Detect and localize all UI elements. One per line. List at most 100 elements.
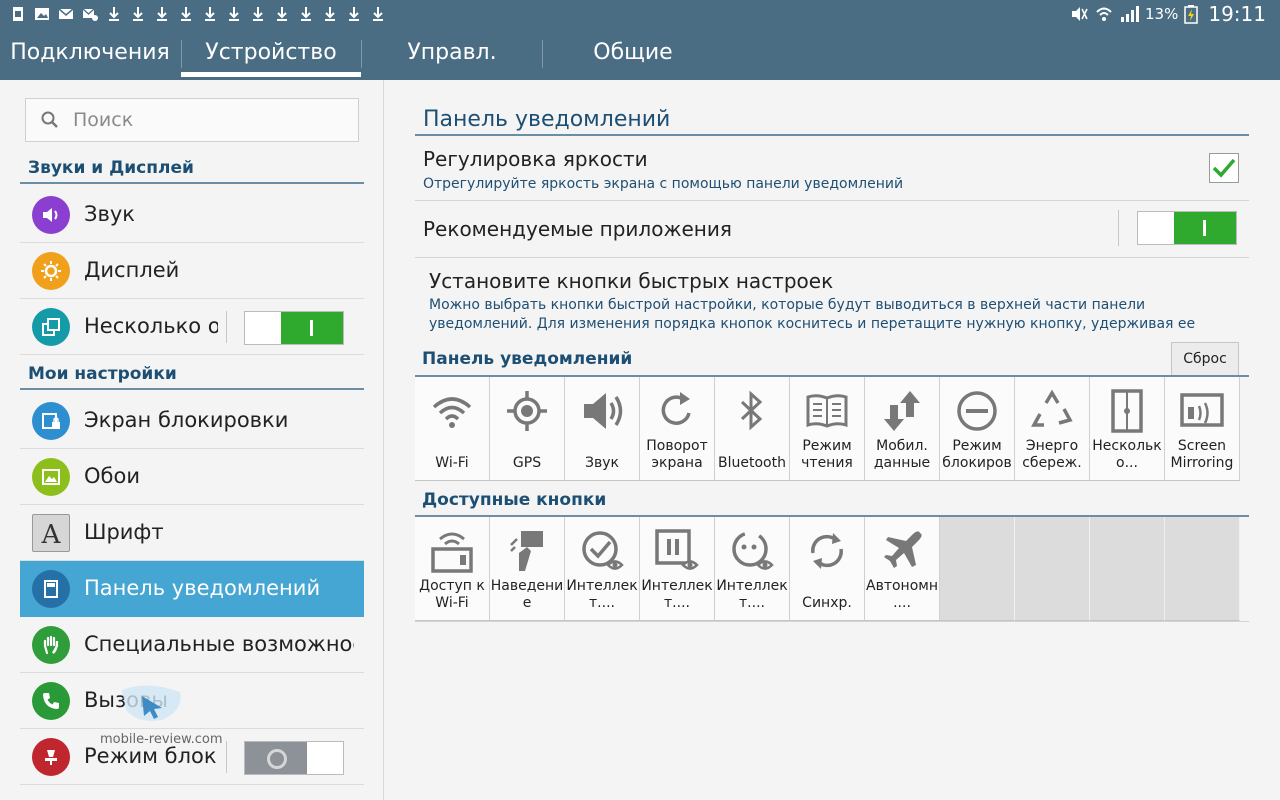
quick-button-sound[interactable]: Звук — [565, 377, 640, 481]
brightness-title[interactable]: Регулировка яркости — [423, 147, 648, 171]
check-icon — [1212, 158, 1236, 178]
grid-bottom-divider — [415, 621, 1249, 622]
recommended-apps-toggle[interactable] — [1137, 211, 1237, 245]
quick-button-multiwindow[interactable]: Нескольк о... — [1090, 377, 1165, 481]
available-button-wifi-hotspot[interactable]: Доступ к Wi-Fi — [415, 517, 490, 621]
block-mode-toggle[interactable] — [244, 741, 344, 775]
search-placeholder: Поиск — [73, 109, 134, 131]
quick-button-reading-mode[interactable]: Режим чтения — [790, 377, 865, 481]
multiwindow-toggle[interactable] — [244, 311, 344, 345]
font-icon: A — [32, 514, 70, 552]
brightness-description: Отрегулируйте яркость экрана с помощью п… — [423, 176, 904, 192]
download-icon — [229, 7, 239, 21]
screen-mirroring-icon — [1180, 393, 1224, 427]
sun-icon — [32, 252, 70, 290]
smart-rotation-icon — [732, 531, 774, 570]
multiwindow-icon — [32, 308, 70, 346]
notification-panel-settings: Панель уведомлений Регулировка яркости О… — [385, 80, 1280, 800]
quick-button-bluetooth[interactable]: Bluetooth — [715, 377, 790, 481]
tab-general[interactable]: Общие — [543, 28, 723, 80]
wifi-icon — [1096, 7, 1112, 21]
button-label: Screen — [1177, 438, 1227, 454]
toggle-divider — [226, 741, 227, 773]
recycle-icon — [1031, 389, 1073, 427]
button-label: .... — [893, 595, 911, 611]
airplane-icon — [884, 531, 922, 568]
svg-text:A: A — [41, 520, 62, 548]
sidebar-item-font[interactable]: A Шрифт — [20, 505, 364, 561]
book-icon — [806, 394, 848, 428]
empty-slot[interactable] — [1015, 517, 1090, 621]
image-icon — [35, 8, 49, 20]
available-button-airplane-mode[interactable]: Автономн.... — [865, 517, 940, 621]
empty-slot[interactable] — [1165, 517, 1240, 621]
quick-button-block-mode[interactable]: Режим блокиров — [940, 377, 1015, 481]
panel-buttons-grid: Wi-Fi GPS Звук Поворот экрана Bluetooth Р… — [415, 377, 1240, 481]
sync-icon — [811, 533, 843, 569]
sidebar-item-wallpaper[interactable]: Обои — [20, 449, 364, 505]
wifi-icon — [432, 397, 472, 428]
block-mode-icon — [32, 738, 70, 776]
rotate-icon — [661, 392, 691, 425]
search-input[interactable]: Поиск — [25, 98, 359, 142]
settings-sidebar: Поиск Звуки и Дисплей Звук Дисплей Неско… — [0, 80, 384, 800]
mail-icon — [58, 8, 74, 19]
section-divider — [20, 182, 364, 184]
sidebar-item-label: Обои — [84, 464, 140, 488]
button-label: Синхр. — [802, 595, 852, 611]
sidebar-item-calls[interactable]: Вызовы — [20, 673, 364, 729]
lockscreen-icon — [32, 402, 70, 440]
brightness-checkbox[interactable] — [1209, 153, 1239, 183]
sidebar-item-label: Несколько окон — [84, 314, 218, 338]
quick-button-gps[interactable]: GPS — [490, 377, 565, 481]
download-icon — [157, 7, 167, 21]
row-divider — [415, 200, 1249, 201]
row-divider — [415, 257, 1249, 258]
section-my-settings: Мои настройки — [28, 364, 177, 384]
tab-connections[interactable]: Подключения — [0, 28, 180, 80]
sidebar-item-sound[interactable]: Звук — [20, 187, 364, 243]
available-section-title: Доступные кнопки — [422, 490, 607, 510]
status-indicators: 13% 19:11 — [1069, 0, 1266, 28]
active-tab-indicator — [181, 72, 361, 77]
smart-pause-icon — [655, 529, 699, 570]
button-label: блокиров — [942, 455, 1012, 471]
quick-settings-description: уведомлений. Для изменения порядка кнопо… — [429, 316, 1196, 332]
sidebar-item-notification-panel[interactable]: Панель уведомлений — [20, 561, 364, 617]
button-label: т.... — [589, 595, 615, 611]
available-button-smart-stay[interactable]: Интеллек т.... — [565, 517, 640, 621]
quick-button-screen-mirroring[interactable]: Screen Mirroring — [1165, 377, 1240, 481]
quick-button-rotation[interactable]: Поворот экрана — [640, 377, 715, 481]
empty-slot[interactable] — [1090, 517, 1165, 621]
quick-button-power-saving[interactable]: Энерго сбереж. — [1015, 377, 1090, 481]
button-label: Автономн — [866, 578, 938, 594]
available-button-air-view[interactable]: Наведени е — [490, 517, 565, 621]
quick-button-mobile-data[interactable]: Мобил. данные — [865, 377, 940, 481]
available-button-smart-pause[interactable]: Интеллек т.... — [640, 517, 715, 621]
sidebar-item-accessibility[interactable]: Специальные возможности — [20, 617, 364, 673]
reset-button[interactable]: Сброс — [1171, 342, 1239, 377]
available-button-smart-rotation[interactable]: Интеллек т.... — [715, 517, 790, 621]
button-label: Мобил. — [876, 438, 928, 454]
hand-icon — [32, 626, 70, 664]
quick-button-wifi[interactable]: Wi-Fi — [415, 377, 490, 481]
sidebar-item-display[interactable]: Дисплей — [20, 243, 364, 299]
tab-controls[interactable]: Управл. — [362, 28, 542, 80]
button-label: т.... — [739, 595, 765, 611]
bluetooth-icon — [740, 390, 763, 431]
button-label: GPS — [512, 455, 542, 471]
sidebar-item-lockscreen[interactable]: Экран блокировки — [20, 393, 364, 449]
button-label: Звук — [585, 455, 619, 471]
search-icon — [41, 111, 58, 128]
empty-slot[interactable] — [940, 517, 1015, 621]
air-view-icon — [510, 531, 543, 571]
sidebar-item-multiwindow[interactable]: Несколько окон — [20, 299, 364, 355]
smart-stay-icon — [582, 531, 624, 570]
sidebar-item-label: Специальные возможности — [84, 632, 354, 656]
notification-panel-icon — [32, 570, 70, 608]
download-icon — [301, 7, 311, 21]
download-icon — [109, 7, 119, 21]
button-label: Режим — [802, 438, 852, 454]
recommended-apps-title[interactable]: Рекомендуемые приложения — [423, 217, 732, 241]
available-button-sync[interactable]: Синхр. — [790, 517, 865, 621]
